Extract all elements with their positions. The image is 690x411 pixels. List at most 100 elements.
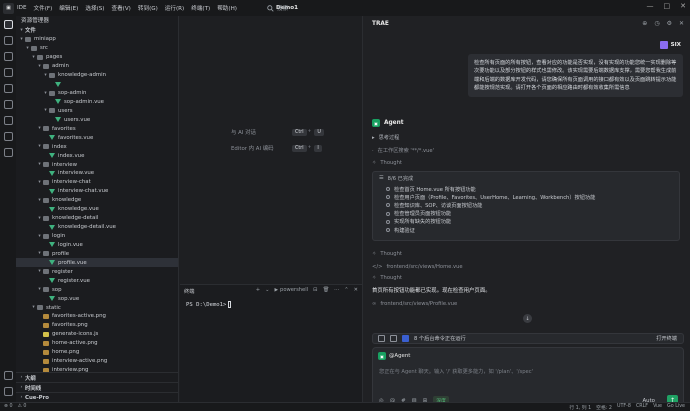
- settings-gear-icon[interactable]: [3, 387, 13, 396]
- tree-file[interactable]: home.png: [16, 348, 178, 357]
- chat-input-placeholder[interactable]: 您正在与 Agent 聊天。输入 '/' 获取更多能力，如 '/plan'、'/…: [379, 368, 533, 375]
- tool-toggle-icon[interactable]: [378, 335, 385, 342]
- explorer-icon[interactable]: [3, 20, 13, 29]
- tree-folder[interactable]: ▾ users: [16, 106, 178, 115]
- tree-file[interactable]: favorites.png: [16, 321, 178, 330]
- split-dropdown-icon[interactable]: ⌄: [265, 287, 269, 293]
- menu-help[interactable]: 帮助(H): [217, 4, 237, 12]
- cursor-position[interactable]: 行 1, 列 1: [569, 404, 591, 411]
- tree-file[interactable]: profile.vue: [16, 258, 178, 268]
- search-view-icon[interactable]: [3, 36, 13, 45]
- indent-status[interactable]: 空格: 2: [596, 404, 612, 411]
- tree-folder[interactable]: ▾ knowledge-admin: [16, 71, 178, 80]
- chat-input-box[interactable]: ▣ @Agent 您正在与 Agent 聊天。输入 '/' 获取更多能力，如 '…: [372, 347, 684, 410]
- new-chat-icon[interactable]: ⊕: [642, 20, 647, 27]
- tree-folder[interactable]: ▾ register: [16, 267, 178, 276]
- errors-status[interactable]: ⊗ 0: [4, 404, 13, 409]
- command-search[interactable]: 搜索: [267, 3, 427, 13]
- tree-folder[interactable]: ▾ pages: [16, 53, 178, 62]
- extensions-icon[interactable]: [3, 84, 13, 93]
- menu-view[interactable]: 查看(V): [111, 4, 130, 12]
- account-icon[interactable]: [3, 371, 13, 380]
- settings-icon[interactable]: ⚙: [667, 20, 672, 27]
- scroll-down-button[interactable]: ↓: [523, 314, 532, 323]
- database-icon[interactable]: [3, 116, 13, 125]
- tree-folder[interactable]: ▾ miniapp: [16, 35, 178, 44]
- menu-run[interactable]: 运行(R): [165, 4, 184, 12]
- tree-file[interactable]: users.vue: [16, 115, 178, 124]
- warnings-status[interactable]: ⚠ 0: [18, 404, 27, 409]
- menu-terminal[interactable]: 终端(T): [191, 4, 210, 12]
- source-control-icon[interactable]: [3, 52, 13, 61]
- tree-file[interactable]: generate-icons.js: [16, 330, 178, 339]
- menu-edit[interactable]: 编辑(E): [59, 4, 78, 12]
- files-section-header[interactable]: ▾ 文件: [16, 26, 178, 35]
- remote-icon[interactable]: [3, 100, 13, 109]
- maximize-icon[interactable]: □: [664, 2, 671, 10]
- tree-file[interactable]: login.vue: [16, 241, 178, 250]
- maximize-panel-icon[interactable]: ⌃: [344, 287, 348, 293]
- tree-file[interactable]: index.vue: [16, 151, 178, 160]
- tree-file[interactable]: sop-admin.vue: [16, 98, 178, 107]
- tree-folder[interactable]: ▾ knowledge: [16, 196, 178, 205]
- tree-folder[interactable]: ▾ index: [16, 142, 178, 151]
- terminal-tab[interactable]: 终端: [184, 288, 194, 295]
- agent-mention[interactable]: ▣ @Agent: [378, 352, 410, 360]
- open-terminal-button[interactable]: 打开终端: [656, 335, 677, 342]
- tree-file[interactable]: sop.vue: [16, 294, 178, 303]
- terminal-toggle-icon[interactable]: [402, 335, 409, 342]
- step-search[interactable]: · 在工作区搜索 '**/*.vue': [372, 147, 434, 155]
- history-icon[interactable]: ◷: [654, 20, 659, 27]
- testing-icon[interactable]: [3, 132, 13, 141]
- add-terminal-icon[interactable]: +: [256, 287, 260, 293]
- tool-toggle-icon[interactable]: [390, 335, 397, 342]
- step-thought-3[interactable]: ✧ Thought: [372, 275, 402, 281]
- tree-file[interactable]: favorites-active.png: [16, 312, 178, 321]
- tree-folder[interactable]: ▾ src: [16, 44, 178, 53]
- close-icon[interactable]: ✕: [680, 2, 686, 10]
- tree-file[interactable]: [16, 80, 178, 89]
- tree-folder[interactable]: ▾ interview-chat: [16, 178, 178, 187]
- tree-file[interactable]: interview-chat.vue: [16, 187, 178, 196]
- encoding-status[interactable]: UTF-8: [617, 404, 631, 411]
- todo-header[interactable]: ☰ 8/6 已完成: [373, 172, 679, 185]
- trash-icon[interactable]: 🗑: [323, 287, 330, 293]
- tree-file[interactable]: knowledge-detail.vue: [16, 223, 178, 232]
- step-thought-2[interactable]: ✧ Thought: [372, 251, 402, 257]
- timeline-section[interactable]: › 时间线: [16, 382, 179, 392]
- close-panel-icon[interactable]: ✕: [354, 287, 358, 293]
- step-thought[interactable]: ✧ Thought: [372, 160, 402, 166]
- tree-file[interactable]: interview.vue: [16, 169, 178, 178]
- tree-file[interactable]: home-active.png: [16, 339, 178, 348]
- menu-file[interactable]: 文件(F): [34, 4, 53, 12]
- docker-icon[interactable]: [3, 148, 13, 157]
- tree-file[interactable]: register.vue: [16, 276, 178, 285]
- tree-folder[interactable]: ▾ profile: [16, 249, 178, 258]
- tree-folder[interactable]: ▾ sop-admin: [16, 89, 178, 98]
- menu-select[interactable]: 选择(S): [85, 4, 104, 12]
- go-live-status[interactable]: Go Live: [667, 404, 685, 411]
- tree-folder[interactable]: ▾ login: [16, 232, 178, 241]
- more-icon[interactable]: ⋯: [334, 287, 339, 293]
- language-status[interactable]: Vue: [653, 404, 662, 411]
- cue-pro-section[interactable]: › Cue-Pro: [16, 392, 179, 402]
- tree-file[interactable]: knowledge.vue: [16, 205, 178, 214]
- tree-folder[interactable]: ▾ knowledge-detail: [16, 214, 178, 223]
- terminal-shell-selector[interactable]: ▶ powershell: [274, 287, 308, 293]
- minimize-icon[interactable]: —: [647, 2, 654, 10]
- run-debug-icon[interactable]: [3, 68, 13, 77]
- terminal-prompt-line[interactable]: PS D:\Demo1>: [180, 297, 362, 308]
- step-thinking[interactable]: ▸ 思考过程: [372, 134, 399, 142]
- tree-folder[interactable]: ▾ interview: [16, 160, 178, 169]
- menu-goto[interactable]: 转到(G): [138, 4, 158, 12]
- tree-file[interactable]: favorites.vue: [16, 133, 178, 142]
- eol-status[interactable]: CRLF: [636, 404, 648, 411]
- step-read-file[interactable]: </> frontend/src/views/Home.vue: [372, 264, 463, 270]
- close-chat-icon[interactable]: ✕: [679, 20, 684, 27]
- tree-file[interactable]: interview-active.png: [16, 357, 178, 366]
- tree-folder[interactable]: ▾ admin: [16, 62, 178, 71]
- tree-folder[interactable]: ▾ static: [16, 303, 178, 312]
- tree-folder[interactable]: ▾ sop: [16, 285, 178, 294]
- step-read-file-2[interactable]: ∞ frontend/src/views/Profile.vue: [372, 301, 457, 307]
- outline-section[interactable]: › 大纲: [16, 372, 179, 382]
